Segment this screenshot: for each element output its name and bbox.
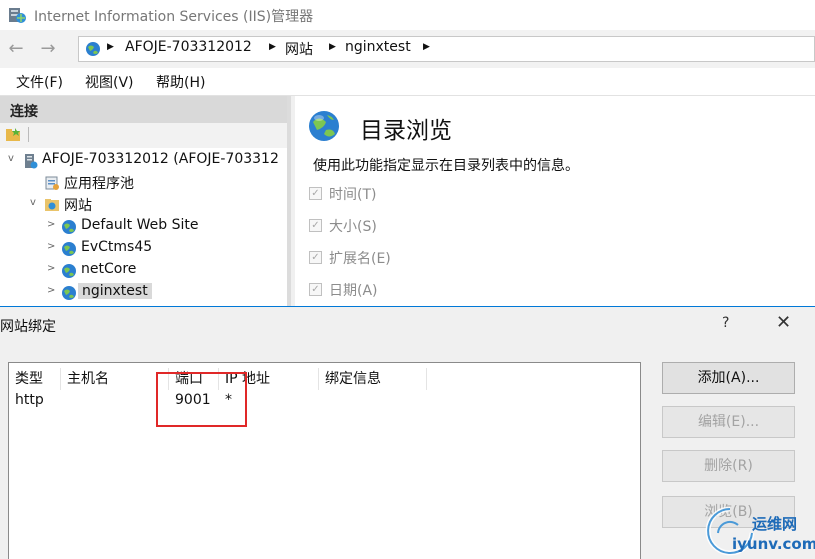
checkbox-extension[interactable]: ✓	[309, 251, 322, 264]
menu-file[interactable]: 文件(F)	[16, 72, 63, 92]
breadcrumb[interactable]: ▶ AFOJE-703312012 ▶ 网站 ▶ nginxtest ▶	[78, 36, 815, 62]
bindings-list[interactable]: 类型 主机名 端口 IP 地址 绑定信息 http 9001 *	[8, 362, 641, 559]
tree-item-sites[interactable]: v 网站	[30, 194, 230, 216]
page-description: 使用此功能指定显示在目录列表中的信息。	[313, 158, 579, 174]
tree-label: Default Web Site	[81, 217, 199, 233]
column-header-info[interactable]: 绑定信息	[319, 368, 427, 390]
tree-item-evctms45[interactable]: > EvCtms45	[47, 238, 287, 260]
tree-item-default-web-site[interactable]: > Default Web Site	[47, 216, 287, 238]
collapse-icon[interactable]: v	[8, 153, 18, 164]
help-button[interactable]: ?	[722, 315, 729, 331]
crumb-separator-icon: ▶	[423, 42, 430, 52]
sites-folder-icon	[45, 199, 59, 211]
watermark-brand: 运维网	[752, 515, 798, 533]
globe-icon	[62, 220, 76, 234]
globe-icon	[62, 264, 76, 278]
tree-item-server[interactable]: v AFOJE-703312012 (AFOJE-703312	[8, 150, 291, 172]
connections-toolbar	[0, 123, 287, 148]
checkbox-time[interactable]: ✓	[309, 187, 322, 200]
connections-title: 连接	[10, 104, 38, 120]
forward-arrow-icon[interactable]: →	[37, 38, 59, 60]
expand-icon[interactable]: >	[47, 285, 57, 296]
menu-bar: 文件(F) 视图(V) 帮助(H)	[0, 68, 815, 96]
tree-label: AFOJE-703312012 (AFOJE-703312	[42, 151, 279, 167]
address-bar: ← → ▶ AFOJE-703312012 ▶ 网站 ▶ nginxtest ▶	[0, 30, 815, 68]
highlight-annotation	[156, 372, 247, 427]
collapse-icon[interactable]: v	[30, 197, 40, 208]
back-arrow-icon[interactable]: ←	[5, 38, 27, 60]
page-title: 目录浏览	[360, 118, 452, 144]
toolbar-separator	[28, 127, 29, 142]
tree-label: netCore	[81, 261, 137, 277]
menu-help[interactable]: 帮助(H)	[156, 72, 205, 92]
feature-panel: 目录浏览 使用此功能指定显示在目录列表中的信息。 ✓ 时间(T) ✓ 大小(S)…	[295, 96, 815, 306]
server-icon	[25, 154, 38, 169]
option-label: 大小(S)	[329, 219, 377, 235]
breadcrumb-sites[interactable]: 网站	[285, 39, 313, 59]
globe-icon	[86, 42, 100, 56]
tree-label: EvCtms45	[81, 239, 153, 255]
iis-manager-icon	[9, 8, 26, 23]
globe-icon	[62, 286, 76, 300]
watermark-logo: 运维网 iyunv.com	[700, 503, 815, 559]
tree-item-netcore[interactable]: > netCore	[47, 260, 287, 282]
tree-label: 应用程序池	[64, 176, 134, 192]
app-pool-icon	[45, 176, 59, 190]
site-bindings-dialog: 网站绑定 ? ✕ 类型 主机名 端口 IP 地址 绑定信息 http 9001 …	[0, 306, 815, 559]
crumb-separator-icon: ▶	[107, 42, 114, 52]
tree-item-app-pools[interactable]: 应用程序池	[30, 172, 230, 194]
crumb-separator-icon: ▶	[269, 42, 276, 52]
window-title: Internet Information Services (IIS)管理器	[34, 9, 314, 25]
directory-browsing-icon	[309, 111, 339, 141]
checkbox-size[interactable]: ✓	[309, 219, 322, 232]
connections-panel: 连接 v AFOJE-703312012 (AFOJE-703312 应用程序池	[0, 96, 291, 306]
tree-label: nginxtest	[78, 283, 152, 299]
breadcrumb-server[interactable]: AFOJE-703312012	[125, 39, 252, 55]
tree-item-nginxtest[interactable]: > nginxtest	[47, 282, 287, 304]
create-connection-icon[interactable]	[5, 127, 22, 142]
cell-type: http	[15, 392, 44, 408]
watermark-domain: iyunv.com	[732, 535, 815, 553]
option-label: 日期(A)	[329, 283, 378, 299]
column-header-type[interactable]: 类型	[9, 368, 61, 390]
close-icon[interactable]: ✕	[776, 312, 791, 333]
dialog-title: 网站绑定	[0, 319, 56, 335]
edit-button[interactable]: 编辑(E)...	[662, 406, 795, 438]
option-label: 时间(T)	[329, 187, 377, 203]
globe-icon	[62, 242, 76, 256]
connections-header: 连接	[0, 96, 287, 123]
breadcrumb-site[interactable]: nginxtest	[345, 39, 411, 55]
option-label: 扩展名(E)	[329, 251, 391, 267]
checkbox-date[interactable]: ✓	[309, 283, 322, 296]
column-header-host[interactable]: 主机名	[61, 368, 169, 390]
expand-icon[interactable]: >	[47, 263, 57, 274]
menu-view[interactable]: 视图(V)	[85, 72, 134, 92]
add-button[interactable]: 添加(A)...	[662, 362, 795, 394]
expand-icon[interactable]: >	[47, 241, 57, 252]
expand-icon[interactable]: >	[47, 219, 57, 230]
tree-label: 网站	[64, 198, 92, 214]
title-bar: Internet Information Services (IIS)管理器	[0, 0, 815, 30]
remove-button[interactable]: 删除(R)	[662, 450, 795, 482]
crumb-separator-icon: ▶	[329, 42, 336, 52]
